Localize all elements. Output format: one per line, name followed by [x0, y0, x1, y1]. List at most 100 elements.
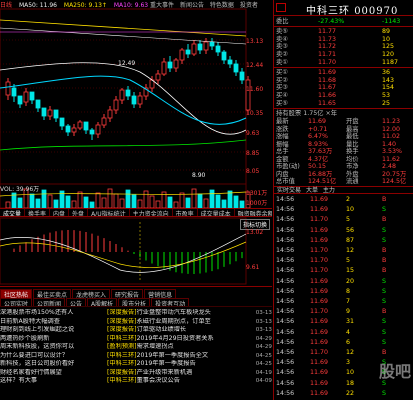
tick-time: 14:56: [276, 206, 295, 214]
sell-level-5[interactable]: 卖⑤ 11.77 89: [274, 28, 413, 36]
buy-level-4[interactable]: 买④ 11.66 53: [274, 92, 413, 100]
tick-price: 11.69: [310, 236, 329, 244]
tick-row: 14:56 11.69 20 S: [274, 278, 413, 286]
candle-body: [11, 87, 17, 97]
stock-code: 000970: [354, 6, 399, 17]
sell-level-4[interactable]: 卖④ 11.73 10: [274, 36, 413, 44]
volume-bar: [143, 190, 149, 209]
news-subtab-ashare[interactable]: A股解析: [87, 298, 118, 306]
ind-tab-inner[interactable]: 内盘: [50, 209, 70, 216]
ind-tab-volume[interactable]: 成交量: [0, 209, 26, 216]
tick-time: 14:56: [276, 267, 295, 275]
candle-body: [197, 43, 203, 51]
buy-level-5[interactable]: 买⑤ 11.65 25: [274, 100, 413, 108]
news-tab-bestpoint[interactable]: 最佳买卖点: [33, 289, 72, 298]
candle-body: [179, 49, 185, 61]
trade-tabs: 实时交易 大单 主力: [274, 186, 413, 194]
tick-side: B: [382, 267, 387, 275]
news-subtab-interact[interactable]: 投资者互动: [151, 298, 190, 306]
report-item[interactable]: 04-19 [深度报告]产业升级带来新机遇: [107, 369, 272, 378]
news-subtab-company[interactable]: 公司新闻: [33, 298, 66, 306]
top-tab-data[interactable]: 特色数据: [210, 2, 234, 9]
report-text: 2019年4月29日投资者关系: [136, 334, 214, 342]
hot-post-item[interactable]: 深港股票市场150%还有人: [0, 309, 104, 318]
report-tag: [深度报告]: [107, 309, 137, 316]
report-item[interactable]: 04-29 [盈利预测]需求增速拐点: [107, 343, 272, 352]
signal-line: [0, 241, 247, 268]
top-tab-news[interactable]: 新闻公告: [180, 2, 204, 9]
candle-body: [227, 59, 233, 65]
ind-tab-outer[interactable]: 外盘: [69, 209, 89, 216]
top-tab-events[interactable]: 重大事件: [150, 2, 174, 9]
candle-body: [53, 109, 59, 119]
macd-tick-1: 9.61: [246, 264, 260, 271]
report-item[interactable]: 03-13 [深度报告]永磁行业周期拐点，订单至: [107, 318, 272, 327]
trade-tab-realtime[interactable]: 实时交易: [277, 187, 301, 194]
buy-level-2[interactable]: 买② 11.68 143: [274, 77, 413, 85]
trade-tab-main[interactable]: 主力: [323, 187, 335, 194]
quote-label-2: 流通: [346, 178, 359, 185]
candle-body: [71, 127, 77, 133]
tick-volume: 10: [346, 206, 355, 214]
ind-tab-margin[interactable]: 融资融券余额: [235, 209, 272, 216]
tick-side: S: [382, 338, 386, 346]
report-item[interactable]: 04-29 [中科三环]2019年4月29日投资者关系: [107, 335, 272, 344]
trade-tab-bigorder[interactable]: 大单: [306, 187, 318, 194]
candle-body: [95, 124, 101, 135]
tick-time: 14:56: [276, 318, 295, 326]
report-item[interactable]: 04-09 [中科三环]董事会决议公告: [107, 377, 272, 386]
tick-side: B: [382, 257, 387, 265]
news-tab-marketing[interactable]: 营销信息: [144, 289, 177, 298]
kline-chart-svg[interactable]: [0, 0, 272, 286]
candle-body: [203, 41, 209, 51]
volume-bar: [65, 195, 71, 209]
ind-tab-turnover[interactable]: 换手率: [25, 209, 51, 216]
news-tab-hot[interactable]: 社区热帖: [0, 289, 33, 298]
report-item[interactable]: 03-13 [深度报告]行业盘整带动汽车板块龙头: [107, 309, 272, 318]
ind-tab-capital[interactable]: 主力资金流向: [130, 209, 173, 216]
hot-post-item[interactable]: 两遭热炒个股刷新: [0, 335, 104, 344]
report-item[interactable]: 04-25 [中科三环]2019年第一季度报告: [107, 360, 272, 369]
sell-level-1[interactable]: 卖① 11.70 1187: [274, 59, 413, 67]
tick-row: 14:56 11.70 15 B: [274, 267, 413, 275]
quote-value: 50.15: [308, 163, 327, 170]
ind-tab-pe[interactable]: 市盈率: [173, 209, 198, 216]
hot-post-item[interactable]: 理财刻到线上引发崛起之说: [0, 326, 104, 335]
hot-post-item[interactable]: 这样？有大事: [0, 377, 104, 386]
hot-post-item[interactable]: 财经名家看好行情展望: [0, 369, 104, 378]
quote-head: 持有股票 1.75亿 ×年: [274, 110, 413, 118]
sell-level-3[interactable]: 卖③ 11.72 125: [274, 43, 413, 51]
buy-level-label: 买③: [276, 84, 288, 92]
news-tab-research[interactable]: 研究报告: [111, 289, 144, 298]
tick-volume: 7: [346, 298, 351, 305]
hot-post-item[interactable]: 周末新科技股，这资你可以: [0, 343, 104, 352]
report-item[interactable]: 03-13 [深度报告]订单驱动业绩增长: [107, 326, 272, 335]
news-subtab-analysis[interactable]: 股市分析: [118, 298, 151, 306]
buy-level-3[interactable]: 买③ 11.67 154: [274, 84, 413, 92]
quote-value: +0.71: [308, 125, 328, 133]
y-tick-3: 10.35: [246, 110, 264, 117]
news-tab-dragon[interactable]: 龙虎榜买入: [72, 289, 111, 298]
report-item[interactable]: 04-25 [中科三环]2019年第一季度报告全文: [107, 352, 272, 361]
hot-post-item[interactable]: 为什么要进口可以设计？: [0, 352, 104, 361]
stock-menu-icon[interactable]: [276, 3, 286, 12]
sell-level-price: 11.71: [318, 51, 337, 59]
top-tab-investor[interactable]: 投资者: [240, 2, 258, 9]
sell-level-label: 卖②: [276, 51, 288, 59]
ind-tab-cost[interactable]: 成交量成本: [198, 209, 235, 216]
candle-body: [233, 63, 239, 73]
news-subtab-notice[interactable]: 公告: [66, 298, 87, 306]
tick-price: 11.70: [310, 267, 329, 275]
kline-chart-panel[interactable]: 日线 MA50: 11.96 MA250: 9.13↑ MA10: 9.63 重…: [0, 0, 272, 286]
quote-label: 振幅: [276, 140, 289, 148]
volume-bar: [47, 194, 53, 209]
hot-post-item[interactable]: 日前新A股特大幅调查: [0, 318, 104, 327]
news-subtab-realtime[interactable]: 公司实时: [0, 298, 33, 306]
hot-post-item[interactable]: 新科技，这日公司股价看好: [0, 360, 104, 369]
sell-level-price: 11.77: [318, 28, 337, 35]
ind-tab-au[interactable]: A/U指标统计: [88, 209, 130, 216]
tick-time: 14:56: [276, 196, 295, 203]
tick-side: S: [382, 318, 386, 326]
sell-level-2[interactable]: 卖② 11.71 120: [274, 51, 413, 59]
buy-level-1[interactable]: 买① 11.69 36: [274, 69, 413, 77]
